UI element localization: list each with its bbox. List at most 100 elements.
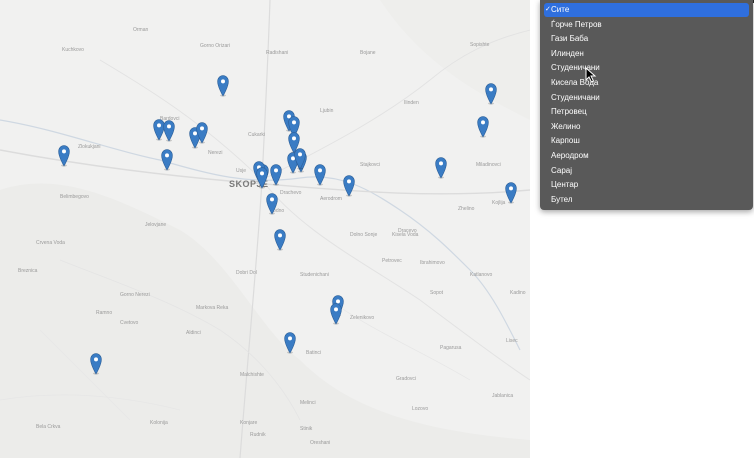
dropdown-option[interactable]: Гази Баба (544, 32, 749, 46)
place-label: Miladinovci (476, 162, 501, 168)
place-label: Jelovjane (145, 222, 167, 228)
place-label: Ljubin (320, 108, 334, 114)
place-label: Dobri Dol (236, 270, 257, 276)
dropdown-option[interactable]: Сарај (544, 164, 749, 178)
map-pin-icon[interactable] (294, 148, 306, 170)
dropdown-option[interactable]: Илинден (544, 47, 749, 61)
map-pin-icon[interactable] (435, 157, 447, 179)
map-pin-icon[interactable] (163, 120, 175, 142)
place-label: Lisec (506, 338, 518, 344)
place-label: Belimbegovo (60, 194, 89, 200)
dropdown-option[interactable]: Желино (544, 120, 749, 134)
dropdown-option-label: Желино (551, 121, 581, 131)
checkmark-icon: ✓ (545, 6, 551, 13)
place-label: Stajkovci (360, 162, 381, 168)
place-label: Batinci (306, 350, 322, 356)
place-label: Drachevo (280, 190, 302, 196)
map-base-layer (0, 0, 530, 458)
place-label: Ibrahimovo (420, 260, 445, 266)
dropdown-option-label: Аеродром (551, 151, 589, 160)
cursor-arrow-icon (585, 66, 597, 88)
place-label: Orman (133, 27, 149, 33)
dropdown-option-label: Бутел (551, 194, 573, 204)
dropdown-option[interactable]: Карпош (544, 134, 749, 148)
place-label: Konjare (240, 420, 258, 426)
place-label: Bojane (360, 50, 376, 56)
map-pin-icon[interactable] (314, 164, 326, 186)
place-label: Dolno Sonje (350, 232, 378, 238)
place-label: Stinik (300, 426, 313, 432)
dropdown-option[interactable]: ✓ Сите (544, 3, 749, 17)
place-label: Sopishte (470, 42, 490, 48)
place-label: Studenichani (300, 272, 329, 278)
place-label: Oreshani (310, 440, 331, 446)
place-label: Cvetovo (120, 320, 139, 326)
place-label: Gorno Orizari (200, 43, 231, 49)
place-label: Aldinci (186, 330, 201, 336)
place-label: Gradovci (396, 376, 417, 382)
place-label: Gorno Nerezi (120, 292, 150, 298)
map-pin-icon[interactable] (505, 182, 517, 204)
place-label: Kadino (510, 290, 526, 296)
map-pin-icon[interactable] (330, 303, 342, 325)
place-label: Usje (236, 168, 247, 174)
map-pin-icon[interactable] (343, 175, 355, 197)
place-label: Jablanica (492, 393, 514, 399)
map-pin-icon[interactable] (161, 149, 173, 171)
place-label: Zelenikovo (350, 315, 375, 321)
dropdown-option[interactable]: Петровец (544, 105, 749, 119)
map-pin-icon[interactable] (284, 332, 296, 354)
dropdown-option-label: Сарај (551, 165, 572, 175)
map-pin-icon[interactable] (217, 75, 229, 97)
map-pin-icon[interactable] (485, 83, 497, 105)
place-label: Cukarki (248, 132, 265, 138)
map-pin-icon[interactable] (90, 353, 102, 375)
place-label: Lozovo (412, 406, 429, 412)
dropdown-option[interactable]: Бутел (544, 193, 749, 207)
dropdown-option-label: Гази Баба (551, 34, 589, 44)
place-label: Breznica (18, 268, 38, 274)
map-pin-icon[interactable] (58, 145, 70, 167)
dropdown-option[interactable]: Центар (544, 178, 749, 192)
dropdown-option[interactable]: Аеродром (544, 149, 749, 163)
place-label: Radishani (266, 50, 289, 56)
place-label: Katlanovo (470, 272, 493, 278)
map-pin-icon[interactable] (477, 116, 489, 138)
dropdown-option-label: Петровец (551, 107, 587, 117)
place-label: Aerodrom (320, 196, 342, 202)
dropdown-option-label: Центар (551, 180, 579, 190)
map-pin-icon[interactable] (270, 164, 282, 186)
map-pin-icon[interactable] (256, 167, 268, 189)
map-pin-icon[interactable] (266, 193, 278, 215)
dropdown-option[interactable]: Ѓорче Петров (544, 18, 749, 32)
place-label: Kolonija (150, 420, 168, 426)
dropdown-option-label: Ѓорче Петров (551, 19, 602, 29)
dropdown-option-label: Студеничани (551, 92, 600, 102)
dropdown-option[interactable]: Студеничани (544, 91, 749, 105)
map-pin-icon[interactable] (196, 122, 208, 144)
place-label: Petrovec (382, 258, 402, 264)
place-label: Crvena Voda (36, 240, 65, 246)
dropdown-option[interactable]: Кисела Вода (544, 76, 749, 90)
place-label: Ilinden (404, 100, 419, 106)
dropdown-option[interactable]: Студеничани (544, 61, 749, 75)
place-label: Melinci (300, 400, 316, 406)
dropdown-option-label: Сите (551, 5, 570, 14)
map-view[interactable]: Kuchkovo Orman Gorno Orizari Radishani Bojan… (0, 0, 530, 458)
municipality-dropdown-menu[interactable]: ✓ Сите Ѓорче Петров Гази Баба Илинден Студени… (540, 0, 753, 210)
place-label: Dracevo (398, 228, 417, 234)
place-label: Zlokukjani (78, 144, 101, 150)
place-label: Kuchkovo (62, 47, 84, 53)
place-label: Nerezi (208, 150, 223, 156)
place-label: Rudnik (250, 432, 266, 438)
place-label: Zhelino (458, 206, 475, 212)
place-label: Ramno (96, 310, 113, 316)
place-label: Kojlija (492, 200, 506, 206)
map-pin-icon[interactable] (274, 229, 286, 251)
dropdown-option-label: Илинден (551, 48, 584, 58)
place-label: Malchishte (240, 372, 264, 378)
place-label: Sopot (430, 290, 444, 296)
place-label: Pagarusa (440, 345, 462, 351)
place-label: Bela Crkva (36, 424, 61, 430)
place-label: Markova Reka (196, 305, 229, 311)
